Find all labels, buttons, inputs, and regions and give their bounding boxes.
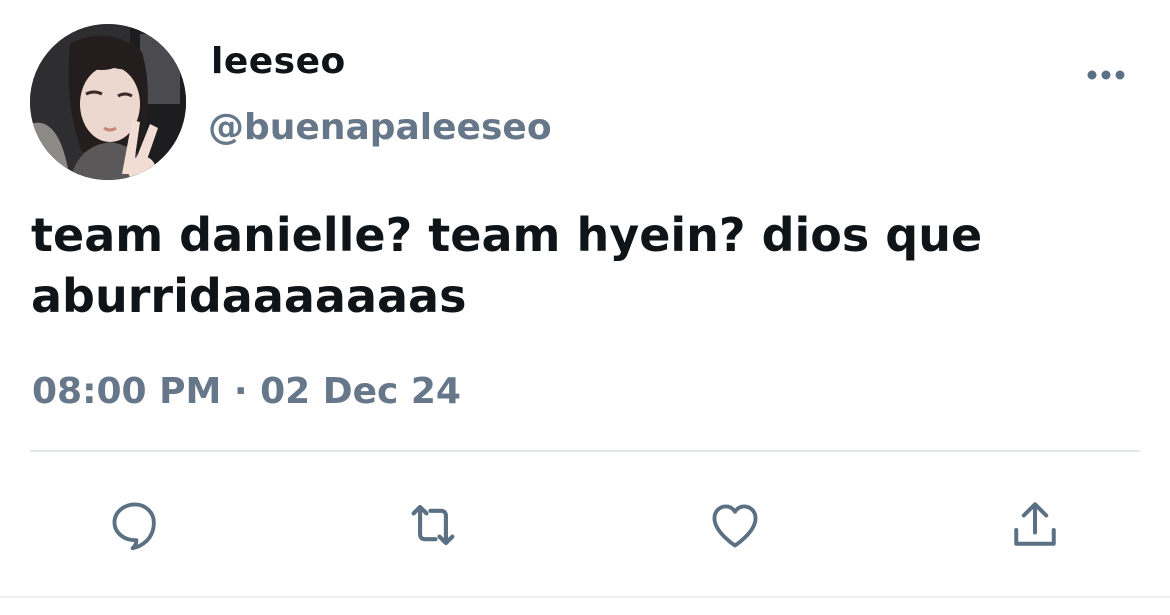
reply-icon [112, 502, 156, 551]
more-dots-icon [1087, 70, 1125, 80]
tweet-card: leeseo @buenapaleeseo team danielle? tea… [0, 0, 1170, 615]
more-options-button[interactable] [1084, 60, 1128, 90]
avatar[interactable] [30, 24, 186, 180]
tweet-text-line: team danielle? team hyein? dios que [31, 208, 983, 262]
reply-button[interactable] [100, 490, 170, 560]
like-icon [712, 504, 758, 548]
retweet-icon [411, 504, 455, 546]
avatar-photo [30, 24, 186, 180]
user-handle[interactable]: @buenapaleeseo [208, 104, 552, 152]
tweet-text: team danielle? team hyein? dios que abur… [31, 205, 1131, 327]
share-button[interactable] [1000, 490, 1070, 560]
tweet-text-line: aburridaaaaaaas [31, 269, 467, 323]
share-icon [1014, 502, 1056, 546]
like-button[interactable] [700, 490, 770, 560]
tweet-timestamp[interactable]: 08:00 PM · 02 Dec 24 [32, 367, 461, 417]
divider [30, 450, 1140, 452]
display-name[interactable]: leeseo [211, 38, 346, 86]
retweet-button[interactable] [398, 490, 468, 560]
bottom-divider [0, 596, 1170, 598]
